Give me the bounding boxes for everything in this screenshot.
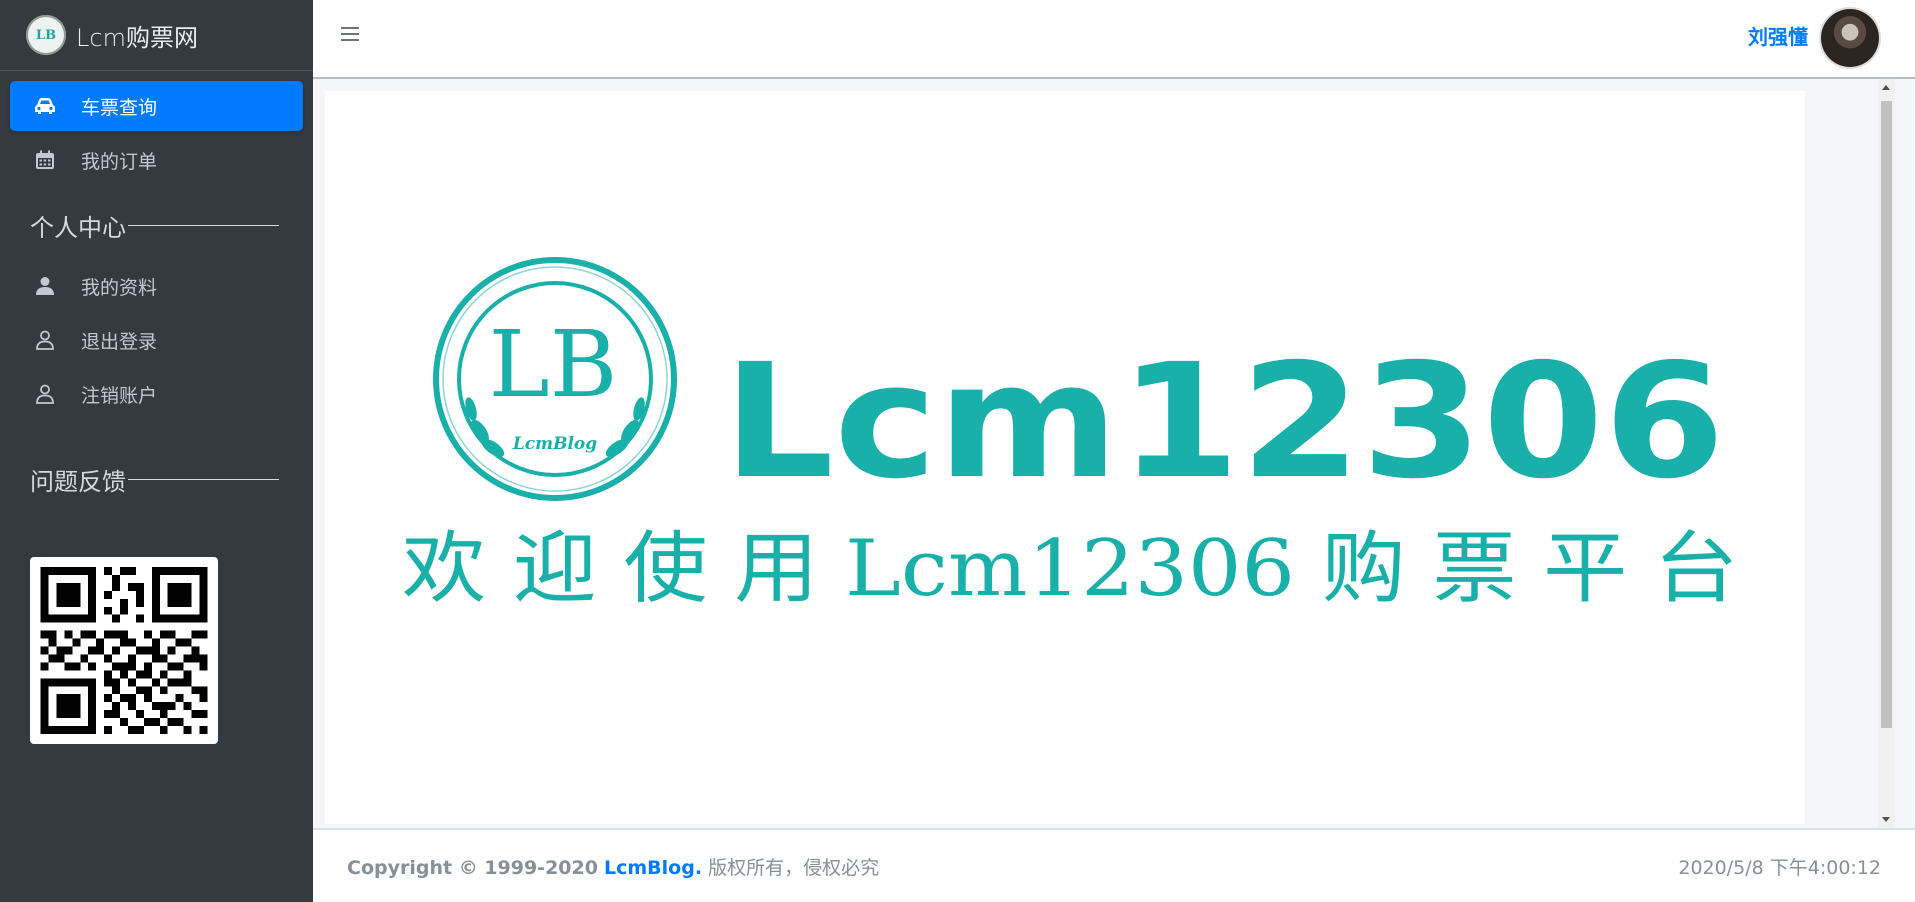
menu-toggle-icon[interactable] <box>341 22 365 46</box>
section-header-feedback: 问题反馈 <box>0 459 313 499</box>
welcome-banner: LB LcmBlog Lcm12306 欢 迎 使 用 Lcm12306 购 票… <box>402 257 1738 614</box>
top-navbar: 刘强懂 <box>313 0 1915 79</box>
brand-title: Lcm购票网 <box>76 23 198 52</box>
banner-card: LB LcmBlog Lcm12306 欢 迎 使 用 Lcm12306 购 票… <box>325 91 1805 824</box>
sidebar-item-ticket-search[interactable]: 车票查询 <box>10 81 303 131</box>
section-header-personal: 个人中心 <box>0 205 313 245</box>
copyright-suffix: 版权所有，侵权必究 <box>708 856 880 879</box>
feedback-qr-code <box>30 557 218 744</box>
brand-link[interactable]: LB Lcm购票网 <box>0 0 313 71</box>
user-name-link[interactable]: 刘强懂 <box>1748 21 1808 50</box>
car-icon <box>34 95 56 117</box>
footer-datetime: 2020/5/8 下午4:00:12 <box>1678 856 1881 879</box>
svg-text:LB: LB <box>489 311 618 418</box>
section-title: 个人中心 <box>30 213 126 242</box>
section-divider <box>128 224 279 226</box>
personal-nav: 我的资料 退出登录 注销账户 <box>0 261 313 419</box>
sidebar-item-label: 我的资料 <box>81 276 158 299</box>
scroll-up-icon[interactable] <box>1882 85 1890 90</box>
user-solid-icon <box>34 275 56 297</box>
copyright-prefix: Copyright © 1999-2020 <box>347 856 598 879</box>
svg-text:LcmBlog: LcmBlog <box>512 434 597 454</box>
section-divider <box>128 478 279 480</box>
copyright-link[interactable]: LcmBlog. <box>604 857 702 879</box>
main-content: LB LcmBlog Lcm12306 欢 迎 使 用 Lcm12306 购 票… <box>313 79 1878 828</box>
sidebar-item-delete-account[interactable]: 注销账户 <box>10 369 303 419</box>
sidebar-item-label: 注销账户 <box>81 384 158 407</box>
scroll-down-icon[interactable] <box>1882 817 1890 822</box>
sidebar-item-logout[interactable]: 退出登录 <box>10 315 303 365</box>
brand-logo-text: LB <box>35 27 57 43</box>
sidebar-item-my-orders[interactable]: 我的订单 <box>10 135 303 185</box>
lcmblog-logo: LB LcmBlog <box>433 257 677 501</box>
calendar-icon <box>34 149 56 171</box>
sidebar-item-my-profile[interactable]: 我的资料 <box>10 261 303 311</box>
user-avatar[interactable] <box>1821 9 1879 67</box>
footer-copyright: Copyright © 1999-2020 LcmBlog. 版权所有，侵权必究 <box>347 853 879 880</box>
sidebar-item-label: 车票查询 <box>81 96 158 119</box>
sidebar-nav: 车票查询 我的订单 <box>0 71 313 185</box>
scroll-thumb[interactable] <box>1881 101 1892 728</box>
user-outline-icon <box>34 383 56 405</box>
section-title: 问题反馈 <box>30 467 126 496</box>
content-scrollbar[interactable] <box>1878 79 1895 828</box>
sidebar: LB Lcm购票网 车票查询 我的订单 个人中心 我的资料 退出登录 注销账户 … <box>0 0 313 902</box>
sidebar-item-label: 退出登录 <box>81 330 158 353</box>
user-outline-icon <box>34 329 56 351</box>
banner-title: Lcm12306 <box>723 330 1725 514</box>
sidebar-item-label: 我的订单 <box>81 150 158 173</box>
brand-logo: LB <box>26 15 66 55</box>
banner-subtitle: 欢 迎 使 用 Lcm12306 购 票 平 台 <box>402 524 1738 614</box>
footer: Copyright © 1999-2020 LcmBlog. 版权所有，侵权必究… <box>313 828 1915 902</box>
